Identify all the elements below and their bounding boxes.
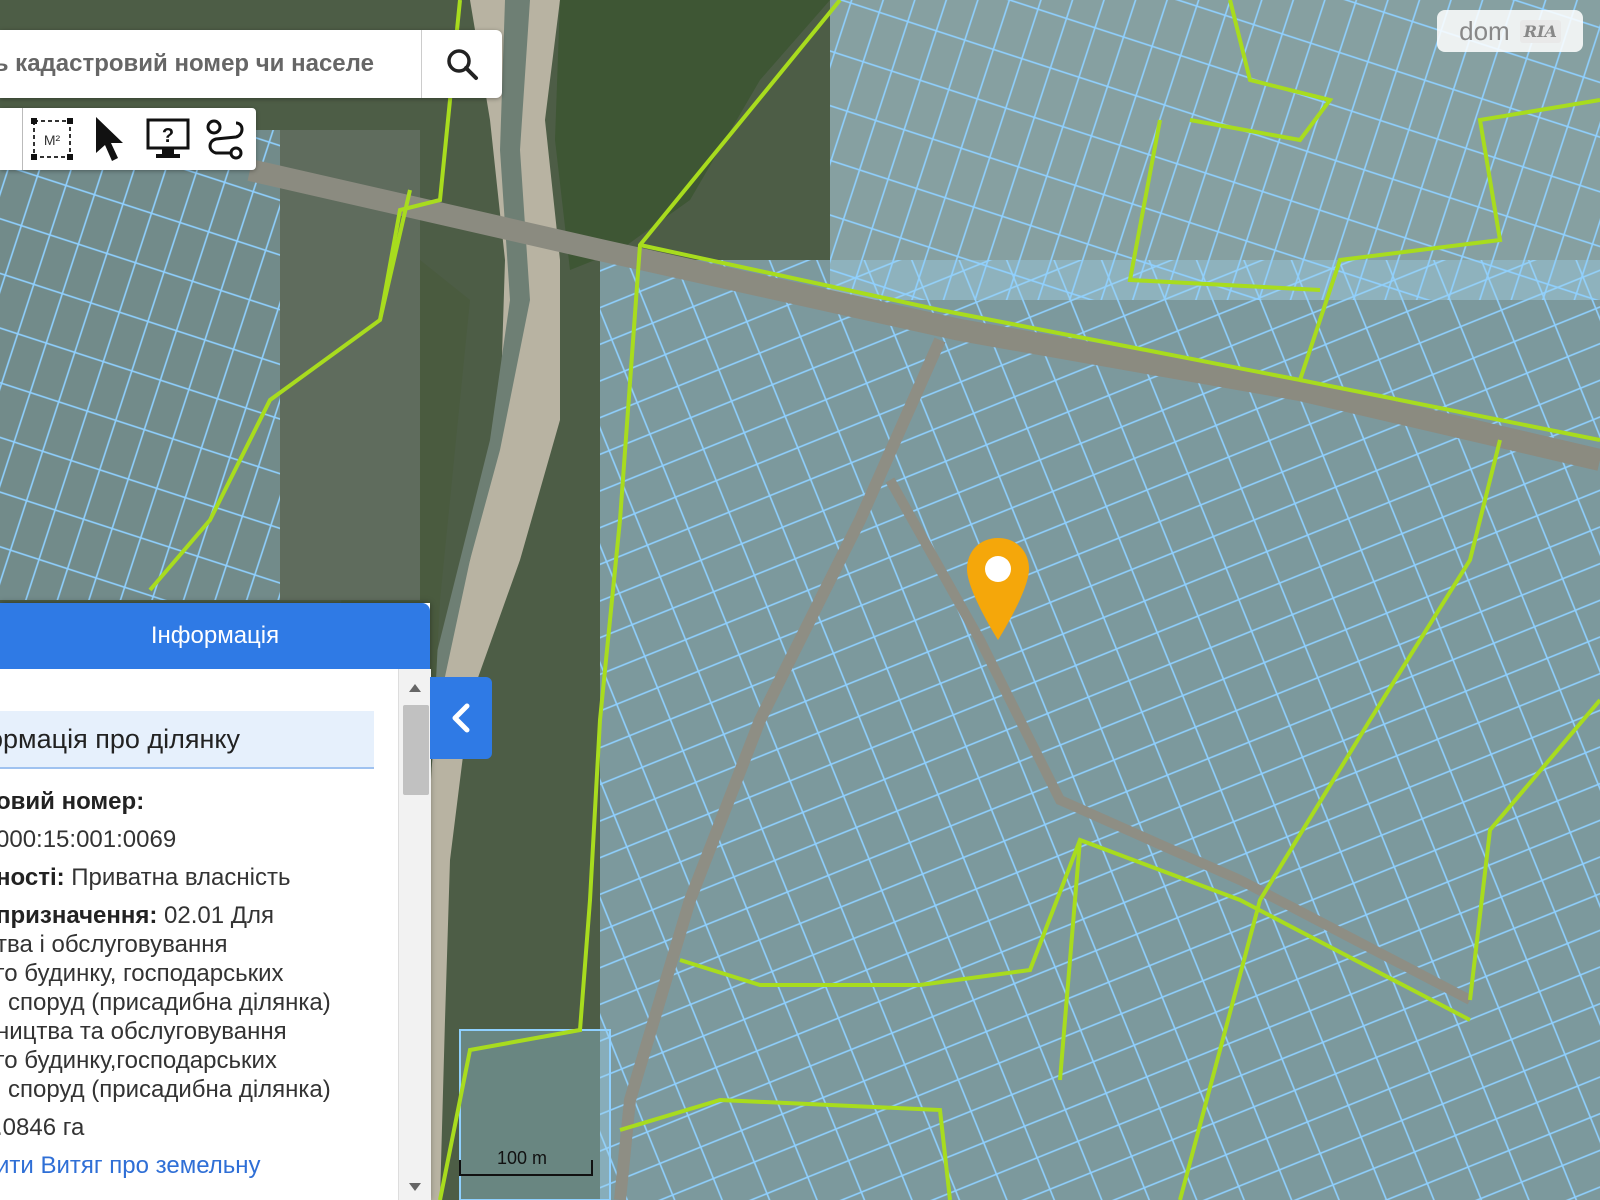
field-label: овий номер: [0,788,145,815]
triangle-down-icon [409,1183,421,1191]
purpose-value: і споруд (присадибна ділянка) [0,1076,331,1103]
panel-scrollbar[interactable] [398,669,431,1200]
search-input[interactable] [0,30,421,98]
dom-ria-logo: dom RIA [1437,10,1583,52]
area-value: .0846 га [0,1114,85,1141]
purpose-value: ництва та обслуговування [0,1018,287,1045]
field-row: го будинку,господарських [0,1046,396,1075]
field-row: .0846 га [0,1113,396,1142]
purpose-value: тва і обслуговування [0,931,228,958]
logo-ria-text: RIA [1519,19,1561,43]
toolbar-edge [0,108,23,170]
scroll-thumb[interactable] [403,705,429,795]
map-toolbar: M² ? [0,108,256,170]
monitor-help-icon: ? [146,118,190,158]
triangle-up-icon [409,684,421,692]
area-measure-icon: M² [31,118,73,160]
area-measure-label: M² [44,132,61,148]
field-row: 000:15:001:0069 [0,825,396,854]
extract-link[interactable]: ити Витяг про земельну [0,1151,396,1180]
field-row: овий номер: [0,787,396,816]
info-tool[interactable]: ? [139,108,197,170]
info-panel: Інформація ормація про ділянку овий номе… [0,603,431,1200]
purpose-value: 02.01 Для [157,902,275,929]
search-button[interactable] [421,30,502,98]
pointer-icon [96,117,123,161]
route-icon [206,119,244,160]
field-label: ності: [0,864,65,891]
parcel-fields: овий номер: 000:15:001:0069 ності: Прива… [0,787,396,1180]
purpose-value: і споруд (присадибна ділянка) [0,989,331,1016]
field-row: ності: Приватна власність [0,863,396,892]
route-tool[interactable] [197,108,255,170]
scroll-up-button[interactable] [399,675,431,701]
ownership-value: Приватна власність [64,864,291,891]
scroll-down-button[interactable] [399,1174,431,1200]
purpose-value: го будинку,господарських [0,1047,277,1074]
field-row: го будинку, господарських [0,959,396,988]
info-panel-header: Інформація [0,603,430,669]
parcel-info-section-title[interactable]: ормація про ділянку [0,711,374,769]
field-row: і споруд (присадибна ділянка) [0,1075,396,1104]
select-pointer-tool[interactable] [81,108,139,170]
collapse-panel-button[interactable] [430,677,492,759]
info-tool-label: ? [162,125,174,147]
logo-dom-text: dom [1459,15,1510,46]
field-row: призначення: 02.01 Для [0,901,396,930]
cadastral-number-value: 000:15:001:0069 [0,826,177,853]
field-row: тва і обслуговування [0,930,396,959]
search-bar [0,30,502,98]
chevron-left-icon [452,703,470,733]
scale-bar: 100 m [459,1146,593,1176]
area-measure-tool[interactable]: M² [23,108,81,170]
parcel-grid-west [0,130,280,600]
field-row: і споруд (присадибна ділянка) [0,988,396,1017]
purpose-value: го будинку, господарських [0,960,284,987]
info-panel-title: Інформація [150,622,280,649]
scale-label: 100 m [497,1148,548,1168]
info-panel-body[interactable]: ормація про ділянку овий номер: 000:15:0… [0,669,398,1200]
field-row: ництва та обслуговування [0,1017,396,1046]
location-marker-icon[interactable] [964,536,1032,642]
field-label: призначення: [0,902,158,929]
search-icon [447,49,478,80]
